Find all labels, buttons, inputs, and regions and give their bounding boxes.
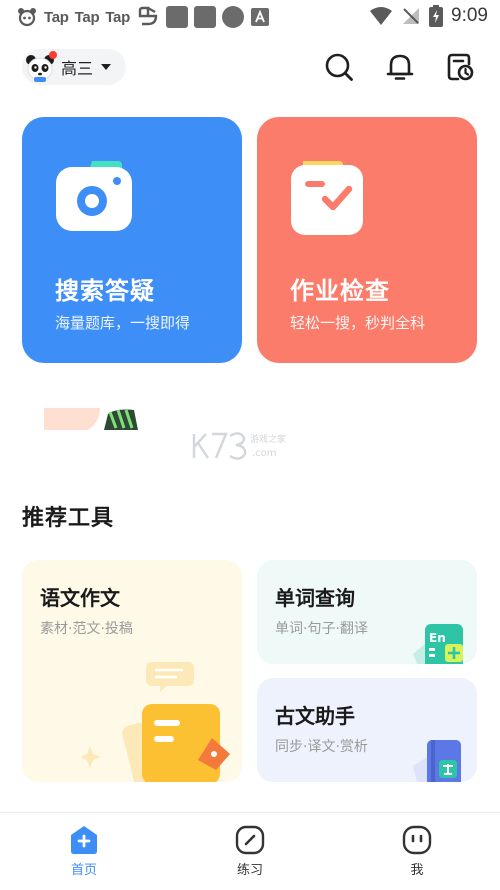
grade-label: 高三 (61, 59, 94, 78)
grade-selector[interactable]: 高三 (22, 49, 126, 85)
tap-notification-1: Tap (44, 8, 69, 26)
battery-charging-icon (429, 5, 444, 27)
homework-check-subtitle: 轻松一搜，秒判全科 (290, 314, 426, 332)
chinese-essay-subtitle: 素材·范文·投稿 (40, 621, 133, 637)
classical-chinese-subtitle: 同步·译文·赏析 (275, 739, 368, 755)
nav-practice-label: 练习 (236, 863, 263, 878)
app-notification-square-2 (193, 6, 216, 28)
homework-check-title: 作业检查 (290, 277, 390, 305)
status-bar: Tap Tap Tap 9:09 (0, 0, 500, 34)
app-notification-circle (221, 6, 244, 28)
chinese-essay-card[interactable]: 语文作文 素材·范文·投稿 (22, 560, 242, 782)
word-lookup-subtitle: 单词·句子·翻译 (275, 621, 368, 637)
notification-dot (49, 51, 57, 59)
search-answer-title: 搜索答疑 (55, 277, 155, 305)
word-lookup-card[interactable]: 单词查询 单词·句子·翻译 En (257, 560, 477, 664)
search-icon[interactable] (323, 51, 355, 83)
classical-chinese-title: 古文助手 (275, 704, 355, 728)
bottom-navigation: 首页 练习 我 (0, 812, 500, 890)
nav-me[interactable]: 我 (387, 825, 447, 887)
search-answer-subtitle: 海量题库，一搜即得 (55, 314, 191, 332)
homework-check-card[interactable]: 作业检查 轻松一搜，秒判全科 (257, 117, 477, 363)
search-answer-card[interactable]: 搜索答疑 海量题库，一搜即得 (22, 117, 242, 363)
ancient-book-icon (413, 740, 461, 782)
word-lookup-title: 单词查询 (275, 586, 355, 610)
svg-text:游戏之家: 游戏之家 (250, 433, 286, 445)
camera-icon (56, 161, 132, 231)
recommended-tools-title: 推荐工具 (22, 506, 115, 531)
nav-me-label: 我 (410, 863, 424, 878)
a-app-icon (250, 8, 269, 26)
app-notification-icon (18, 8, 36, 27)
face-icon (402, 825, 432, 855)
compass-icon (235, 825, 265, 855)
nav-home-label: 首页 (70, 863, 97, 878)
bug-app-icon (138, 6, 158, 26)
history-icon[interactable] (444, 51, 476, 83)
bell-icon[interactable] (384, 51, 416, 83)
nav-home[interactable]: 首页 (54, 825, 114, 887)
no-signal-icon (403, 8, 420, 24)
nav-practice[interactable]: 练习 (220, 825, 280, 887)
tap-notification-2: Tap (74, 8, 100, 26)
chevron-down-icon (101, 64, 112, 70)
homework-check-icon (291, 161, 363, 235)
panda-avatar (25, 51, 57, 82)
svg-text:.com: .com (252, 448, 277, 459)
home-plus-icon (71, 826, 97, 854)
chinese-essay-title: 语文作文 (40, 586, 120, 610)
wifi-icon (370, 7, 393, 25)
status-time: 9:09 (451, 5, 488, 26)
app-notification-square-1 (165, 6, 188, 28)
essay-book-pen-icon (82, 662, 230, 782)
vocabulary-card-icon: En (413, 624, 463, 664)
k73-watermark-logo: 游戏之家 .com (192, 432, 286, 460)
classical-chinese-card[interactable]: 古文助手 同步·译文·赏析 (257, 678, 477, 782)
svg-text:En: En (429, 631, 446, 645)
tap-notification-3: Tap (105, 8, 130, 26)
banner-image[interactable] (44, 408, 140, 430)
